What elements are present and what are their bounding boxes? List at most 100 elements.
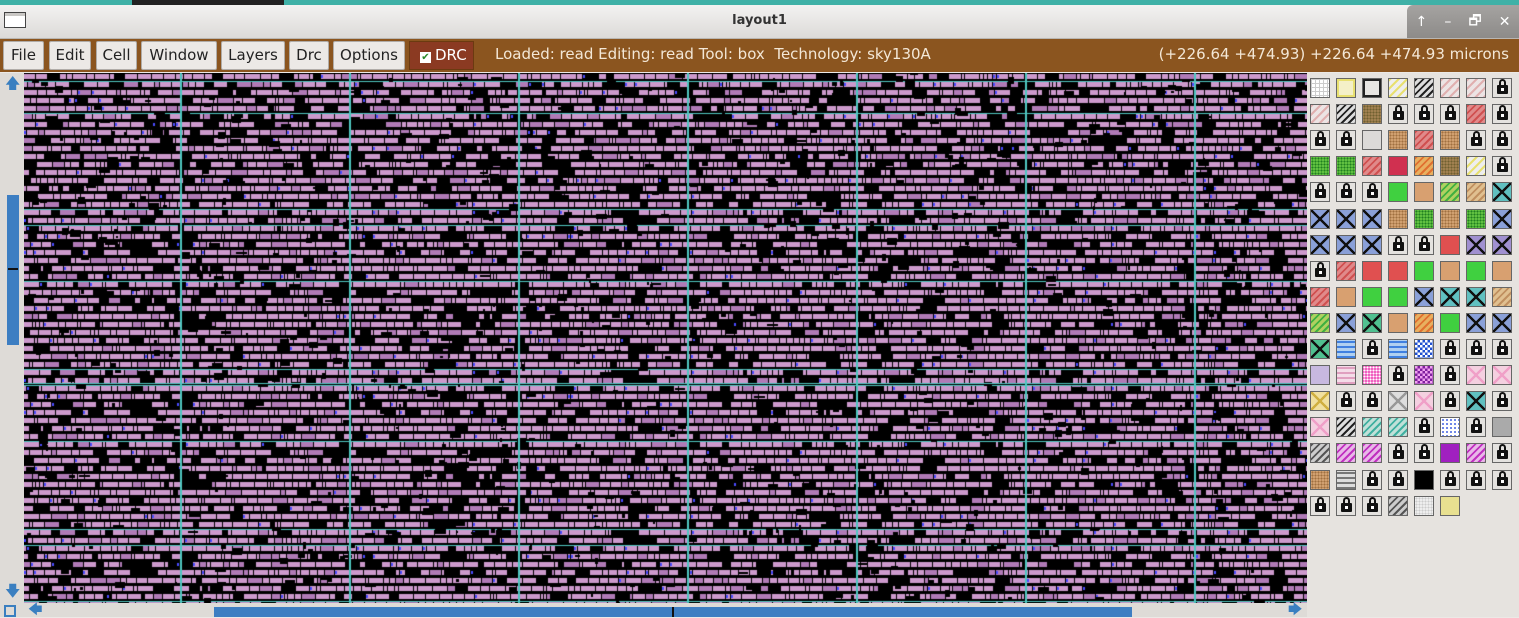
layer-swatch-cross-blue[interactable] <box>1466 313 1486 333</box>
layer-swatch-red-diag[interactable] <box>1362 156 1382 176</box>
layer-swatch-plain[interactable] <box>1362 130 1382 150</box>
menu-edit[interactable]: Edit <box>49 41 91 70</box>
vertical-scrollbar[interactable]: 🡅 🡇 <box>0 73 25 603</box>
layer-swatch-cross-blue[interactable] <box>1336 313 1356 333</box>
layer-swatch-pink-diag[interactable] <box>1466 78 1486 98</box>
layer-swatch-pink-cross[interactable] <box>1492 365 1512 385</box>
zoom-box-icon[interactable] <box>4 605 16 617</box>
layer-swatch-olive-dot[interactable] <box>1362 104 1382 124</box>
layer-swatch-magenta-dot[interactable] <box>1362 365 1382 385</box>
drc-toggle[interactable]: ✔ DRC <box>409 41 474 70</box>
layer-swatch-tan[interactable] <box>1336 287 1356 307</box>
layer-swatch-blue-wave[interactable] <box>1336 339 1356 359</box>
layer-swatch-tan-dot[interactable] <box>1440 130 1460 150</box>
layer-swatch-red-diag[interactable] <box>1310 287 1330 307</box>
layer-swatch-black-diag[interactable] <box>1414 78 1434 98</box>
layer-swatch-locked[interactable] <box>1362 391 1382 411</box>
layer-swatch-purple[interactable] <box>1440 443 1460 463</box>
layer-swatch-locked[interactable] <box>1336 391 1356 411</box>
scroll-left-arrow-icon[interactable]: 🡄 <box>28 603 42 617</box>
layer-swatch-cross-blue[interactable] <box>1414 287 1434 307</box>
layer-swatch-tan[interactable] <box>1440 261 1460 281</box>
layer-swatch-blue-dots[interactable] <box>1440 417 1460 437</box>
layer-swatch-locked[interactable] <box>1466 417 1486 437</box>
layer-swatch-locked[interactable] <box>1362 182 1382 202</box>
layer-swatch-tan-diag[interactable] <box>1466 182 1486 202</box>
scroll-right-arrow-icon[interactable]: 🡆 <box>1288 603 1302 617</box>
layer-swatch-locked[interactable] <box>1362 470 1382 490</box>
layer-swatch-red[interactable] <box>1362 261 1382 281</box>
layer-swatch-locked[interactable] <box>1336 496 1356 516</box>
layer-swatch-pink-cross[interactable] <box>1466 365 1486 385</box>
layer-swatch-tan-dot[interactable] <box>1388 130 1408 150</box>
layer-swatch-tan[interactable] <box>1414 182 1434 202</box>
layer-swatch-cross-cyan[interactable] <box>1466 287 1486 307</box>
layer-swatch-grey-diag[interactable] <box>1310 443 1330 463</box>
layer-swatch-yellow-cross[interactable] <box>1310 391 1330 411</box>
layer-swatch-cross-blue[interactable] <box>1362 235 1382 255</box>
layer-swatch-tan-dot[interactable] <box>1440 209 1460 229</box>
layer-swatch-blue-check[interactable] <box>1414 339 1434 359</box>
layer-swatch-tan-dot[interactable] <box>1310 470 1330 490</box>
layer-swatch-cross-cyan[interactable] <box>1492 182 1512 202</box>
layer-swatch-locked[interactable] <box>1466 130 1486 150</box>
layer-swatch-green[interactable] <box>1362 287 1382 307</box>
layer-swatch-black[interactable] <box>1414 470 1434 490</box>
layer-swatch-cross-cyan[interactable] <box>1440 287 1460 307</box>
layer-swatch-yellow-diag[interactable] <box>1388 78 1408 98</box>
layer-swatch-pink-diag[interactable] <box>1440 78 1460 98</box>
layer-swatch-green-dot[interactable] <box>1310 156 1330 176</box>
layer-swatch-grey[interactable] <box>1492 417 1512 437</box>
menu-layers[interactable]: Layers <box>221 41 285 70</box>
layer-swatch-cross-blue[interactable] <box>1310 209 1330 229</box>
layer-swatch-red-diag[interactable] <box>1414 130 1434 150</box>
layer-swatch-green[interactable] <box>1388 287 1408 307</box>
layer-swatch-locked[interactable] <box>1362 496 1382 516</box>
layer-swatch-locked[interactable] <box>1414 417 1434 437</box>
layer-swatch-locked[interactable] <box>1310 261 1330 281</box>
layer-swatch-cross-blue[interactable] <box>1492 313 1512 333</box>
layer-swatch-olive-dot[interactable] <box>1440 156 1460 176</box>
scroll-down-arrow-icon[interactable]: 🡇 <box>5 584 20 599</box>
layer-swatch-box[interactable] <box>1362 78 1382 98</box>
vertical-scroll-thumb[interactable] <box>7 195 19 345</box>
layer-swatch-tan[interactable] <box>1492 261 1512 281</box>
layer-swatch-cross-blue[interactable] <box>1336 235 1356 255</box>
layer-swatch-cross-blue[interactable] <box>1362 209 1382 229</box>
layer-swatch-locked[interactable] <box>1388 470 1408 490</box>
layer-swatch-green-dot[interactable] <box>1336 156 1356 176</box>
layer-swatch-magenta-diag[interactable] <box>1362 443 1382 463</box>
layer-swatch-green[interactable] <box>1388 182 1408 202</box>
layer-swatch-locked[interactable] <box>1492 156 1512 176</box>
horizontal-scrollbar[interactable]: 🡄 🡆 <box>0 603 1307 617</box>
scroll-up-arrow-icon[interactable]: 🡅 <box>5 76 20 91</box>
layer-swatch-cyan-diag[interactable] <box>1388 417 1408 437</box>
layer-swatch-locked[interactable] <box>1440 391 1460 411</box>
layer-swatch-cross-green[interactable] <box>1310 339 1330 359</box>
layer-swatch-black-diag[interactable] <box>1336 417 1356 437</box>
layer-swatch-locked[interactable] <box>1336 182 1356 202</box>
menu-file[interactable]: File <box>3 41 44 70</box>
layer-swatch-locked[interactable] <box>1466 470 1486 490</box>
layer-swatch-green[interactable] <box>1414 261 1434 281</box>
layer-swatch-cross-blue[interactable] <box>1336 209 1356 229</box>
layer-swatch-locked[interactable] <box>1310 182 1330 202</box>
layer-swatch-locked[interactable] <box>1362 339 1382 359</box>
layer-swatch-tan[interactable] <box>1388 313 1408 333</box>
layer-swatch-crimson[interactable] <box>1388 156 1408 176</box>
layer-swatch-locked[interactable] <box>1414 443 1434 463</box>
layer-swatch-pink-diag[interactable] <box>1310 104 1330 124</box>
layer-swatch-cross-cyan[interactable] <box>1466 391 1486 411</box>
layer-swatch-cross-green[interactable] <box>1362 313 1382 333</box>
layer-swatch-grid[interactable] <box>1310 78 1330 98</box>
layer-swatch-red[interactable] <box>1388 261 1408 281</box>
layer-swatch-light-dot[interactable] <box>1414 496 1434 516</box>
layer-swatch-yellow-diag[interactable] <box>1466 156 1486 176</box>
layer-swatch-cross-violet[interactable] <box>1466 235 1486 255</box>
layer-swatch-cross-blue[interactable] <box>1492 209 1512 229</box>
raise-icon[interactable]: ↑ <box>1416 14 1428 30</box>
layer-swatch-green[interactable] <box>1466 261 1486 281</box>
layer-swatch-locked[interactable] <box>1336 130 1356 150</box>
layer-swatch-locked[interactable] <box>1492 78 1512 98</box>
menu-window[interactable]: Window <box>141 41 217 70</box>
